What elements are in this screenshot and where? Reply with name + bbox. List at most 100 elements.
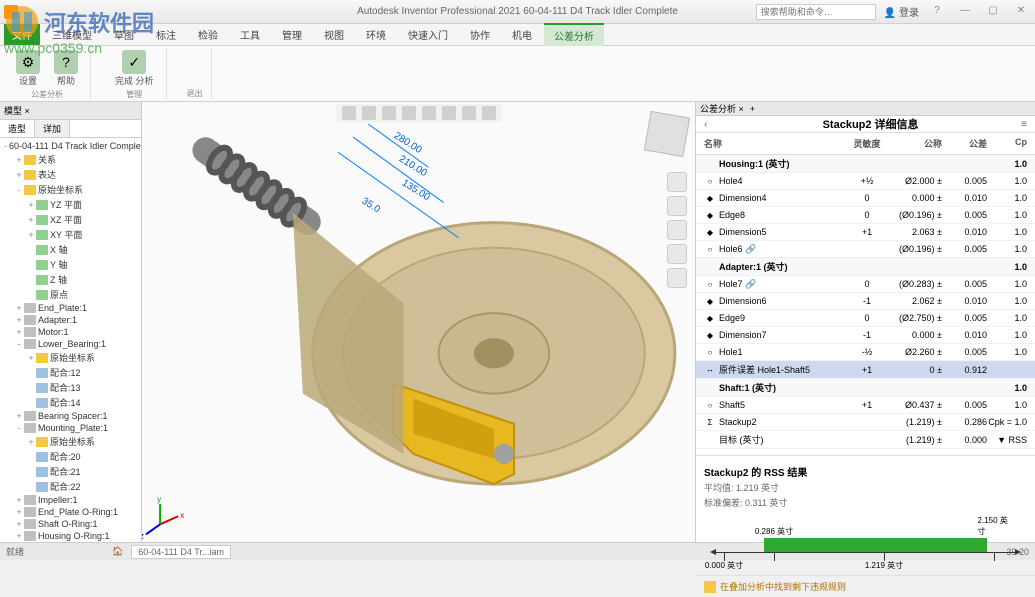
ribbon-tab-11[interactable]: 机电 <box>502 24 542 45</box>
menu-icon[interactable]: ≡ <box>1021 119 1027 130</box>
tolerance-row[interactable]: ◆Dimension5+12.063 ±0.0101.0 <box>696 224 1035 241</box>
tree-node[interactable]: +Shaft O-Ring:1 <box>2 518 139 530</box>
tree-node[interactable]: 配合:20 <box>2 449 139 464</box>
user-login[interactable]: 👤 登录 <box>884 4 919 19</box>
tree-node[interactable]: X 轴 <box>2 242 139 257</box>
document-title: Autodesk Inventor Professional 2021 60-0… <box>357 6 678 17</box>
tolerance-row[interactable]: ○Hole7 🔗0(Ø0.283) ±0.0051.0 <box>696 276 1035 293</box>
tree-node[interactable]: 配合:13 <box>2 380 139 395</box>
tree-node[interactable]: 配合:14 <box>2 395 139 410</box>
tolerance-row[interactable]: ○Shaft5+1Ø0.437 ±0.0051.0 <box>696 397 1035 414</box>
ribbon-tab-12[interactable]: 公差分析 <box>544 23 604 46</box>
ribbon-tab-10[interactable]: 协作 <box>460 24 500 45</box>
add-tab-icon[interactable]: + <box>750 104 755 114</box>
tree-root[interactable]: -60-04-111 D4 Track Idler Complete <box>2 140 139 152</box>
tree-node[interactable]: -Mounting_Plate:1 <box>2 422 139 434</box>
tree-node[interactable]: +Impeller:1 <box>2 494 139 506</box>
ready-label: 就绪 <box>6 545 24 558</box>
tolerance-row[interactable]: ◆Dimension6-12.062 ±0.0101.0 <box>696 293 1035 310</box>
model-subtab[interactable]: 造型 <box>0 120 35 137</box>
model-tree: -60-04-111 D4 Track Idler Complete +关系+表… <box>0 138 141 542</box>
maximize-icon[interactable]: ▢ <box>983 5 1003 19</box>
ribbon: ⚙设置?帮助公差分析✓完成 分析管理退出 <box>0 46 1035 102</box>
svg-text:210.00: 210.00 <box>397 154 429 180</box>
ribbon-button[interactable]: ⚙设置 <box>12 48 44 89</box>
rss-mean: 平均值: 1.219 英寸 <box>704 481 1027 494</box>
ribbon-tab-6[interactable]: 管理 <box>272 24 312 45</box>
home-icon[interactable]: 🏠 <box>112 546 123 557</box>
tolerance-row[interactable]: ◆Dimension400.000 ±0.0101.0 <box>696 190 1035 207</box>
tolerance-row[interactable]: ○Hole6 🔗(Ø0.196) ±0.0051.0 <box>696 241 1035 258</box>
titlebar-right: 👤 登录 ? — ▢ ✕ <box>756 4 1031 20</box>
model-subtabs: 造型详加 <box>0 120 141 138</box>
tolerance-row[interactable]: ↔原件误差 Hole1-Shaft5+10 ±0.912 <box>696 361 1035 379</box>
tree-node[interactable]: 配合:21 <box>2 464 139 479</box>
help-icon[interactable]: ? <box>927 5 947 19</box>
tolerance-row[interactable]: Adapter:1 (英寸)1.0 <box>696 258 1035 276</box>
tree-node[interactable]: +YZ 平面 <box>2 197 139 212</box>
model-subtab[interactable]: 详加 <box>35 120 70 137</box>
tolerance-row[interactable]: Housing:1 (英寸)1.0 <box>696 155 1035 173</box>
chart-top-label: 2.150 英寸 <box>978 515 1011 537</box>
svg-text:z: z <box>142 531 144 540</box>
tree-node[interactable]: Y 轴 <box>2 257 139 272</box>
warning-row[interactable]: 在叠加分析中找到剩下违规规则 <box>696 575 1035 597</box>
tolerance-row[interactable]: Shaft:1 (英寸)1.0 <box>696 379 1035 397</box>
close-icon[interactable]: ✕ <box>1011 5 1031 19</box>
svg-text:x: x <box>180 511 184 520</box>
minimize-icon[interactable]: — <box>955 5 975 19</box>
tolerance-row[interactable]: ◆Edge80(Ø0.196) ±0.0051.0 <box>696 207 1035 224</box>
tol-title-row: ‹ Stackup2 详细信息 ≡ <box>696 116 1035 133</box>
ribbon-button[interactable]: ✓完成 分析 <box>111 48 158 89</box>
back-icon[interactable]: ‹ <box>704 119 720 130</box>
ribbon-group-label: 退出 <box>187 88 203 99</box>
tolerance-row[interactable]: ○Hole4+½Ø2.000 ±0.0051.0 <box>696 173 1035 190</box>
tree-node[interactable]: 原点 <box>2 287 139 302</box>
tree-node[interactable]: -原始坐标系 <box>2 182 139 197</box>
3d-viewport[interactable]: 280.00 210.00 135.00 35.0 x y z <box>142 102 695 542</box>
ribbon-tab-9[interactable]: 快速入门 <box>398 24 458 45</box>
tree-node[interactable]: +原始坐标系 <box>2 350 139 365</box>
help-search-input[interactable] <box>756 4 876 20</box>
tree-node[interactable]: +XZ 平面 <box>2 212 139 227</box>
tree-node[interactable]: +Adapter:1 <box>2 314 139 326</box>
chart-tick-label: 1.219 英寸 <box>865 560 903 571</box>
ribbon-tab-2[interactable]: 草图 <box>104 24 144 45</box>
tolerance-row[interactable]: ◆Edge90(Ø2.750) ±0.0051.0 <box>696 310 1035 327</box>
ribbon-tab-8[interactable]: 环境 <box>356 24 396 45</box>
ribbon-group: ✓完成 分析管理 <box>103 48 167 99</box>
ribbon-group: 退出 <box>179 48 212 99</box>
tree-node[interactable]: 配合:12 <box>2 365 139 380</box>
tree-node[interactable]: +XY 平面 <box>2 227 139 242</box>
document-tab[interactable]: 60-04-111 D4 Tr...iam <box>131 545 231 559</box>
tree-node[interactable]: +表达 <box>2 167 139 182</box>
ribbon-tab-3[interactable]: 标注 <box>146 24 186 45</box>
tree-node[interactable]: 配合:22 <box>2 479 139 494</box>
tolerance-row[interactable]: ◆Dimension7-10.000 ±0.0101.0 <box>696 327 1035 344</box>
stackup-title: Stackup2 详细信息 <box>720 116 1021 132</box>
tolerance-row[interactable]: ΣStackup2(1.219) ±0.286Cpk = 1.0 <box>696 414 1035 431</box>
tol-panel-header: 公差分析 × + <box>696 102 1035 116</box>
tree-node[interactable]: Z 轴 <box>2 272 139 287</box>
ribbon-tab-7[interactable]: 视图 <box>314 24 354 45</box>
tolerance-row[interactable]: 目标 (英寸)(1.219) ±0.000▼ RSS <box>696 431 1035 449</box>
ribbon-tab-1[interactable]: 三维模型 <box>42 24 102 45</box>
rss-std: 标准偏差: 0.311 英寸 <box>704 496 1027 509</box>
model-browser-panel: 模型 × 造型详加 -60-04-111 D4 Track Idler Comp… <box>0 102 142 542</box>
tree-node[interactable]: +End_Plate O-Ring:1 <box>2 506 139 518</box>
tree-node[interactable]: +Bearing Spacer:1 <box>2 410 139 422</box>
tolerance-row[interactable]: ○Hole1-½Ø2.260 ±0.0051.0 <box>696 344 1035 361</box>
ribbon-tab-5[interactable]: 工具 <box>230 24 270 45</box>
ribbon-tab-0[interactable]: 文件 <box>4 24 40 45</box>
table-header: 名称 灵敏度 公称 公差 Cp <box>696 133 1035 155</box>
ribbon-button[interactable]: ?帮助 <box>50 48 82 89</box>
tree-node[interactable]: +关系 <box>2 152 139 167</box>
tree-node[interactable]: +Housing O-Ring:1 <box>2 530 139 542</box>
tree-node[interactable]: +原始坐标系 <box>2 434 139 449</box>
tree-node[interactable]: -Lower_Bearing:1 <box>2 338 139 350</box>
ribbon-tab-4[interactable]: 检验 <box>188 24 228 45</box>
tol-tab[interactable]: 公差分析 × <box>700 102 744 115</box>
tree-node[interactable]: +Motor:1 <box>2 326 139 338</box>
tree-node[interactable]: +End_Plate:1 <box>2 302 139 314</box>
chart-top-label: 0.286 英寸 <box>755 526 793 537</box>
